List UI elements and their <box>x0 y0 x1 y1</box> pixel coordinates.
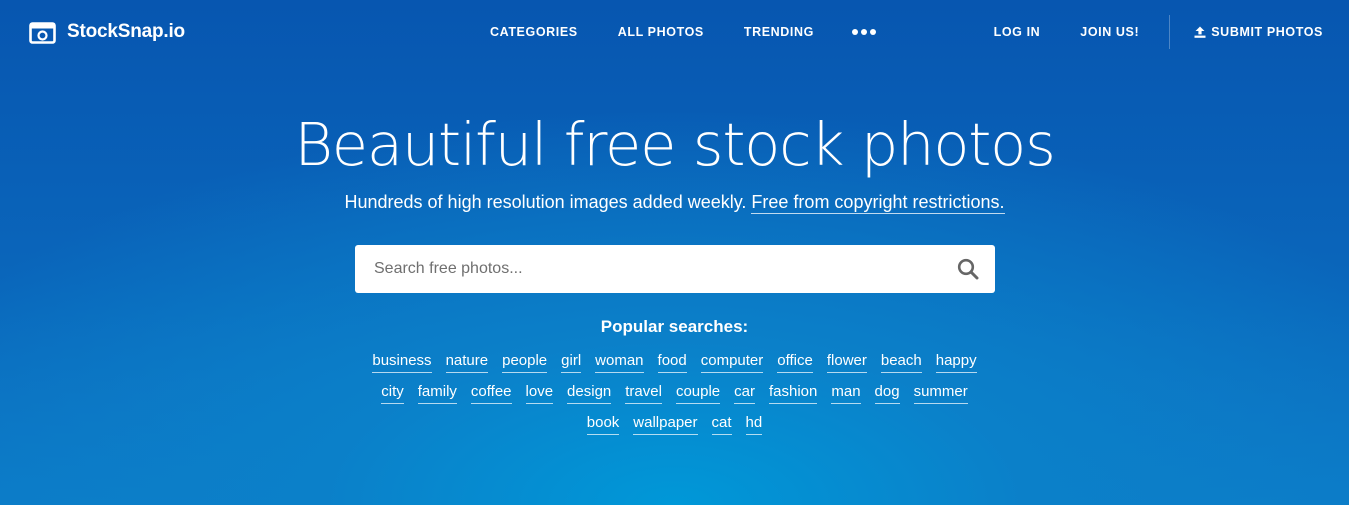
nav-divider <box>1169 15 1171 49</box>
popular-tag[interactable]: girl <box>561 351 582 373</box>
popular-tag[interactable]: office <box>777 351 813 373</box>
more-dots-icon[interactable] <box>851 22 876 42</box>
search-icon[interactable] <box>957 258 979 280</box>
dot <box>869 29 876 35</box>
popular-tag[interactable]: woman <box>595 351 644 373</box>
popular-searches-label: Popular searches: <box>600 317 749 336</box>
popular-tag[interactable]: travel <box>625 382 662 404</box>
popular-tag[interactable]: hd <box>745 413 763 435</box>
popular-tag[interactable]: design <box>567 382 612 404</box>
brand-logo[interactable]: StockSnap.io <box>29 19 185 45</box>
popular-tag[interactable]: dog <box>874 382 900 404</box>
submit-photos-button[interactable]: SUBMIT PHOTOS <box>1194 25 1323 39</box>
popular-tag[interactable]: family <box>417 382 457 404</box>
upload-icon <box>1194 26 1206 38</box>
popular-tags-row: book wallpaper cat hd <box>0 413 1349 435</box>
popular-tags-row: business nature people girl woman food c… <box>0 351 1349 373</box>
main-nav: CATEGORIES ALL PHOTOS TRENDING <box>490 22 876 42</box>
join-link[interactable]: JOIN US! <box>1080 25 1139 39</box>
nav-categories[interactable]: CATEGORIES <box>490 25 578 39</box>
popular-tag[interactable]: summer <box>913 382 968 404</box>
popular-tag[interactable]: people <box>502 351 548 373</box>
popular-tags-row: city family coffee love design travel co… <box>0 382 1349 404</box>
top-navigation: StockSnap.io CATEGORIES ALL PHOTOS TREND… <box>0 0 1349 64</box>
popular-tag[interactable]: city <box>381 382 404 404</box>
popular-tag[interactable]: couple <box>675 382 721 404</box>
copyright-link[interactable]: Free from copyright restrictions. <box>751 192 1005 214</box>
dot <box>860 29 867 35</box>
popular-tag[interactable]: cat <box>711 413 732 435</box>
dot <box>851 29 858 35</box>
account-nav: LOG IN JOIN US! SUBMIT PHOTOS <box>994 15 1323 49</box>
search-box <box>355 245 995 293</box>
nav-trending[interactable]: TRENDING <box>744 25 814 39</box>
popular-tag[interactable]: computer <box>700 351 764 373</box>
nav-all-photos[interactable]: ALL PHOTOS <box>618 25 704 39</box>
hero-title: Beautiful free stock photos <box>294 110 1055 179</box>
search-input[interactable] <box>355 245 935 293</box>
camera-icon <box>29 21 56 44</box>
popular-tag[interactable]: happy <box>935 351 977 373</box>
popular-tag[interactable]: nature <box>445 351 489 373</box>
popular-tag[interactable]: beach <box>880 351 922 373</box>
login-link[interactable]: LOG IN <box>994 25 1041 39</box>
popular-tag[interactable]: food <box>657 351 687 373</box>
brand-name: StockSnap.io <box>67 21 185 42</box>
popular-tag[interactable]: flower <box>826 351 867 373</box>
popular-tag[interactable]: coffee <box>470 382 512 404</box>
popular-tag[interactable]: business <box>372 351 432 373</box>
popular-tag[interactable]: book <box>586 413 620 435</box>
popular-tag[interactable]: man <box>831 382 861 404</box>
hero-subtitle-text: Hundreds of high resolution images added… <box>344 192 747 212</box>
popular-tag[interactable]: wallpaper <box>633 413 698 435</box>
submit-photos-label: SUBMIT PHOTOS <box>1211 25 1323 39</box>
popular-tag[interactable]: car <box>734 382 755 404</box>
popular-tag[interactable]: love <box>525 382 554 404</box>
hero-subtitle: Hundreds of high resolution images added… <box>0 190 1349 214</box>
popular-tag[interactable]: fashion <box>768 382 818 404</box>
